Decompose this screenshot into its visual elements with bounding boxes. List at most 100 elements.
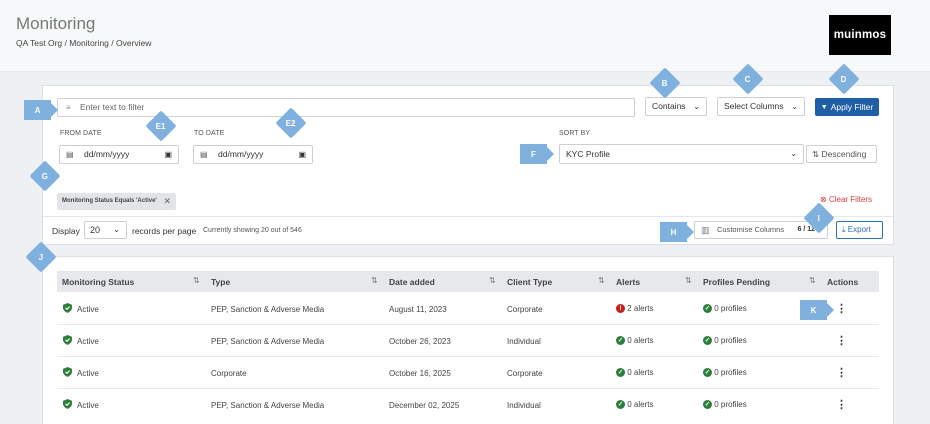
pending-cell: ✓ 0 profiles xyxy=(703,336,747,346)
divider xyxy=(43,216,893,217)
column-header: Actions xyxy=(827,277,859,287)
filter-input[interactable]: ≡ Enter text to filter xyxy=(57,98,635,117)
customise-columns-button[interactable]: ▥ Customise Columns 6 / 12 xyxy=(694,221,828,239)
check-icon: ✓ xyxy=(703,304,712,314)
sort-icon[interactable]: ⇅ xyxy=(598,276,605,285)
column-header[interactable]: Profiles Pending xyxy=(703,277,770,287)
column-header[interactable]: Type xyxy=(211,277,230,287)
sort-arrows-icon: ⇅ xyxy=(812,149,820,159)
chevron-down-icon: ⌄ xyxy=(693,102,700,111)
clear-filters-label: Clear Filters xyxy=(828,195,873,204)
marker-e2-label: E2 xyxy=(286,118,296,128)
type-cell: PEP, Sanction & Adverse Media xyxy=(211,401,325,410)
sort-icon[interactable]: ⇅ xyxy=(685,276,692,285)
shield-check-icon xyxy=(63,399,72,409)
check-icon: ✓ xyxy=(703,368,712,378)
table-row[interactable]: Active Corporate October 16, 2025 Corpor… xyxy=(57,357,879,389)
marker-d-label: D xyxy=(841,74,847,84)
alerts-value: 2 alerts xyxy=(627,304,654,313)
download-icon: ⤓ xyxy=(842,225,846,234)
pending-cell: ✓ 0 profiles xyxy=(703,304,747,314)
column-header[interactable]: Alerts xyxy=(616,277,640,287)
sort-icon[interactable]: ⇅ xyxy=(809,276,816,285)
chevron-down-icon: ⌄ xyxy=(791,102,798,111)
calendar-picker-icon[interactable]: ▣ xyxy=(298,146,306,163)
alerts-value: 0 alerts xyxy=(627,336,654,345)
alerts-cell: ! 2 alerts xyxy=(616,304,654,314)
sort-direction-button[interactable]: ⇅ Descending xyxy=(806,145,877,163)
column-header[interactable]: Client Type xyxy=(507,277,552,287)
sort-icon[interactable]: ⇅ xyxy=(489,276,496,285)
sort-by-label: SORT BY xyxy=(559,130,591,137)
pending-value: 0 profiles xyxy=(714,304,747,313)
alerts-cell: ✓ 0 alerts xyxy=(616,368,653,378)
marker-g-label: G xyxy=(41,171,49,181)
page-header: Monitoring QA Test Org / Monitoring / Ov… xyxy=(0,0,930,72)
to-date-label: TO DATE xyxy=(194,130,225,137)
marker-a: A xyxy=(24,100,58,120)
more-actions-icon[interactable]: ⋮ xyxy=(836,398,847,411)
pending-value: 0 profiles xyxy=(714,400,747,409)
date-cell: October 26, 2023 xyxy=(389,337,451,346)
breadcrumb[interactable]: QA Test Org / Monitoring / Overview xyxy=(16,38,151,48)
check-icon: ✓ xyxy=(616,368,625,378)
to-date-field[interactable]: ▤ dd/mm/yyyy ▣ xyxy=(193,145,313,164)
more-actions-icon[interactable]: ⋮ xyxy=(836,366,847,379)
column-header[interactable]: Date added xyxy=(389,277,435,287)
clear-filters-link[interactable]: ⊗ Clear Filters xyxy=(820,195,872,204)
calendar-picker-icon[interactable]: ▣ xyxy=(164,146,172,163)
shield-check-icon xyxy=(63,367,72,377)
close-icon[interactable]: ✕ xyxy=(163,193,171,210)
from-date-value: dd/mm/yyyy xyxy=(84,149,130,159)
apply-filter-label: Apply Filter xyxy=(830,102,874,112)
from-date-field[interactable]: ▤ dd/mm/yyyy ▣ xyxy=(59,145,179,164)
shield-check-icon xyxy=(63,335,72,345)
client-type-cell: Corporate xyxy=(507,305,543,314)
more-actions-icon[interactable]: ⋮ xyxy=(836,302,847,315)
marker-c-label: C xyxy=(745,74,751,84)
sort-by-select[interactable]: KYC Profile ⌄ xyxy=(559,144,804,164)
filter-icon: ≡ xyxy=(66,103,71,112)
marker-f: F xyxy=(520,144,554,164)
check-icon: ✓ xyxy=(616,336,625,346)
columns-select[interactable]: Select Columns ⌄ xyxy=(717,97,805,116)
client-type-cell: Individual xyxy=(507,401,541,410)
columns-value: Select Columns xyxy=(724,101,784,111)
pending-value: 0 profiles xyxy=(714,368,747,377)
marker-h: H xyxy=(660,222,694,242)
table-row[interactable]: Active PEP, Sanction & Adverse Media Oct… xyxy=(57,325,879,357)
from-date-label: FROM DATE xyxy=(60,130,102,137)
customise-columns-label: Customise Columns xyxy=(717,225,785,234)
operator-select[interactable]: Contains ⌄ xyxy=(645,97,707,116)
client-type-cell: Individual xyxy=(507,337,541,346)
export-label: Export xyxy=(847,225,871,234)
display-label: Display xyxy=(52,226,80,236)
table-row[interactable]: Active PEP, Sanction & Adverse Media Aug… xyxy=(57,293,879,325)
table-header: Monitoring Status ⇅ Type ⇅ Date added ⇅ … xyxy=(57,271,879,292)
column-header[interactable]: Monitoring Status xyxy=(62,277,134,287)
calendar-icon: ▤ xyxy=(200,150,208,159)
status-cell: Active xyxy=(77,401,99,410)
sort-icon[interactable]: ⇅ xyxy=(193,276,200,285)
marker-i-label: I xyxy=(817,213,821,223)
per-page-select[interactable]: 20 ⌄ xyxy=(84,221,127,239)
shield-check-icon xyxy=(63,303,72,313)
operator-value: Contains xyxy=(652,101,686,111)
client-type-cell: Corporate xyxy=(507,369,543,378)
alerts-value: 0 alerts xyxy=(627,400,654,409)
filter-icon: ▼ xyxy=(820,103,828,111)
sort-icon[interactable]: ⇅ xyxy=(371,276,378,285)
export-button[interactable]: ⤓ Export xyxy=(836,221,883,239)
filter-placeholder: Enter text to filter xyxy=(80,102,145,112)
clear-icon: ⊗ xyxy=(820,195,827,204)
per-page-value: 20 xyxy=(90,225,101,235)
date-cell: October 16, 2025 xyxy=(389,369,451,378)
showing-count: Currently showing 20 out of 546 xyxy=(203,227,302,234)
marker-b-label: B xyxy=(662,78,668,88)
apply-filter-button[interactable]: ▼ Apply Filter xyxy=(815,98,879,116)
records-per-page-label: records per page xyxy=(132,226,197,236)
table-row[interactable]: Active PEP, Sanction & Adverse Media Dec… xyxy=(57,389,879,424)
more-actions-icon[interactable]: ⋮ xyxy=(836,334,847,347)
marker-e1-label: E1 xyxy=(156,121,166,131)
pending-cell: ✓ 0 profiles xyxy=(703,400,747,410)
